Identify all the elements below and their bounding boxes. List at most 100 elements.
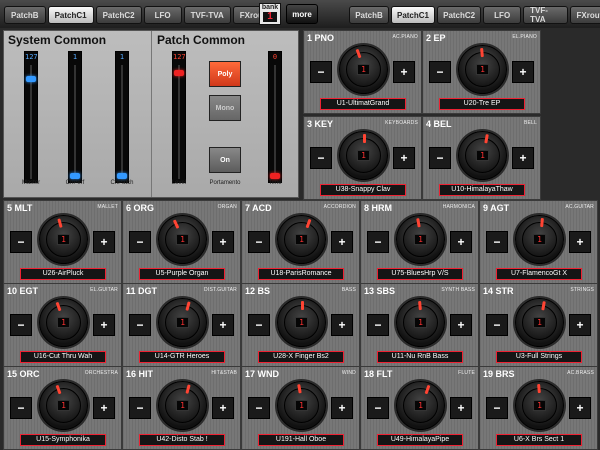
patch-dial[interactable]: 1 <box>396 215 445 264</box>
master-fader[interactable]: 127 <box>24 51 38 183</box>
patch-name-field[interactable]: U1-UltimatGrand <box>320 98 406 110</box>
plus-icon[interactable]: + <box>450 231 472 253</box>
chpatch-fader[interactable]: 1 <box>115 51 129 183</box>
patch-dial[interactable]: 1 <box>458 45 507 94</box>
tab-patchc1-left[interactable]: PatchC1 <box>47 6 94 24</box>
more-button[interactable]: more <box>286 4 318 24</box>
chperf-fader[interactable]: 1 <box>68 51 82 183</box>
minus-icon[interactable]: − <box>429 147 451 169</box>
minus-icon[interactable]: − <box>310 61 332 83</box>
tab-fxroute-right[interactable]: FXroute <box>570 6 600 24</box>
fader-knob[interactable] <box>117 173 127 179</box>
patch-name-field[interactable]: U16-Cut Thru Wah <box>20 351 106 363</box>
patch-name-field[interactable]: U6-X Brs Sect 1 <box>496 434 582 446</box>
patch-name-field[interactable]: U26-AirPluck <box>20 268 106 280</box>
plus-icon[interactable]: + <box>569 397 591 419</box>
tab-tvf-tva-right[interactable]: TVF-TVA <box>523 6 569 24</box>
fader-knob[interactable] <box>26 75 36 82</box>
minus-icon[interactable]: − <box>248 231 270 253</box>
plus-icon[interactable]: + <box>93 314 115 336</box>
plus-icon[interactable]: + <box>569 231 591 253</box>
plus-icon[interactable]: + <box>331 397 353 419</box>
patch-name-field[interactable]: U3-Full Strings <box>496 351 582 363</box>
patch-name-field[interactable]: U28-X Finger Bs2 <box>258 351 344 363</box>
patch-dial[interactable]: 1 <box>277 215 326 264</box>
patch-name-field[interactable]: U7-FlamencoGt X <box>496 268 582 280</box>
plus-icon[interactable]: + <box>393 147 415 169</box>
tab-patchc2-left[interactable]: PatchC2 <box>95 6 142 24</box>
patch-dial[interactable]: 1 <box>515 298 564 347</box>
minus-icon[interactable]: − <box>367 231 389 253</box>
patch-dial[interactable]: 1 <box>277 381 326 430</box>
minus-icon[interactable]: − <box>129 314 151 336</box>
plus-icon[interactable]: + <box>93 231 115 253</box>
tab-lfo-right[interactable]: LFO <box>483 6 522 24</box>
minus-icon[interactable]: − <box>486 231 508 253</box>
time-fader[interactable]: 0 <box>268 51 282 183</box>
portamento-on-button[interactable]: On <box>209 147 241 173</box>
patch-dial[interactable]: 1 <box>39 381 88 430</box>
plus-icon[interactable]: + <box>212 314 234 336</box>
tab-lfo-left[interactable]: LFO <box>143 6 182 24</box>
minus-icon[interactable]: − <box>248 397 270 419</box>
patch-dial[interactable]: 1 <box>277 298 326 347</box>
plus-icon[interactable]: + <box>393 61 415 83</box>
minus-icon[interactable]: − <box>367 397 389 419</box>
patch-dial[interactable]: 1 <box>396 381 445 430</box>
patch-dial[interactable]: 1 <box>339 131 388 180</box>
plus-icon[interactable]: + <box>450 397 472 419</box>
minus-icon[interactable]: − <box>486 397 508 419</box>
tab-tvf-tva-left[interactable]: TVF-TVA <box>183 6 231 24</box>
patch-dial[interactable]: 1 <box>396 298 445 347</box>
minus-icon[interactable]: − <box>248 314 270 336</box>
patch-dial[interactable]: 1 <box>158 381 207 430</box>
minus-icon[interactable]: − <box>129 397 151 419</box>
minus-icon[interactable]: − <box>310 147 332 169</box>
patch-name-field[interactable]: U5-Purple Organ <box>139 268 225 280</box>
minus-icon[interactable]: − <box>10 231 32 253</box>
patch-name-field[interactable]: U75-BluesHrp V/S <box>377 268 463 280</box>
fader-knob[interactable] <box>270 173 280 179</box>
patch-dial[interactable]: 1 <box>39 298 88 347</box>
plus-icon[interactable]: + <box>331 231 353 253</box>
plus-icon[interactable]: + <box>331 314 353 336</box>
patch-name-field[interactable]: U191-Hall Oboe <box>258 434 344 446</box>
fader-knob[interactable] <box>70 173 80 179</box>
patch-name-field[interactable]: U14-GTR Heroes <box>139 351 225 363</box>
minus-icon[interactable]: − <box>10 314 32 336</box>
minus-icon[interactable]: − <box>10 397 32 419</box>
minus-icon[interactable]: − <box>429 61 451 83</box>
patch-name-field[interactable]: U15-Symphonika <box>20 434 106 446</box>
patch-name-field[interactable]: U42-Disto Stab ! <box>139 434 225 446</box>
tab-patchb-left[interactable]: PatchB <box>4 6 46 24</box>
plus-icon[interactable]: + <box>93 397 115 419</box>
bank-selector[interactable]: bank 1 <box>259 3 281 25</box>
mono-button[interactable]: Mono <box>209 95 241 121</box>
minus-icon[interactable]: − <box>486 314 508 336</box>
patch-dial[interactable]: 1 <box>339 45 388 94</box>
patch-dial[interactable]: 1 <box>515 381 564 430</box>
patch-name-field[interactable]: U20-Tre EP <box>439 98 525 110</box>
plus-icon[interactable]: + <box>512 147 534 169</box>
fader-knob[interactable] <box>174 70 184 77</box>
plus-icon[interactable]: + <box>450 314 472 336</box>
patch-name-field[interactable]: U11-Nu RnB Bass <box>377 351 463 363</box>
patch-name-field[interactable]: U49-HimalayaPipe <box>377 434 463 446</box>
patch-dial[interactable]: 1 <box>158 298 207 347</box>
patch-name-field[interactable]: U10-HimalayaThaw <box>439 184 525 196</box>
tab-patchb-right[interactable]: PatchB <box>349 6 389 24</box>
minus-icon[interactable]: − <box>129 231 151 253</box>
patch-name-field[interactable]: U38-Snappy Clav <box>320 184 406 196</box>
level-fader[interactable]: 127 <box>172 51 186 183</box>
tab-patchc1-right[interactable]: PatchC1 <box>390 6 436 24</box>
patch-name-field[interactable]: U18-ParisRomance <box>258 268 344 280</box>
patch-dial[interactable]: 1 <box>515 215 564 264</box>
minus-icon[interactable]: − <box>367 314 389 336</box>
tab-patchc2-right[interactable]: PatchC2 <box>437 6 482 24</box>
patch-dial[interactable]: 1 <box>158 215 207 264</box>
patch-dial[interactable]: 1 <box>39 215 88 264</box>
plus-icon[interactable]: + <box>212 397 234 419</box>
poly-button[interactable]: Poly <box>209 61 241 87</box>
patch-dial[interactable]: 1 <box>458 131 507 180</box>
plus-icon[interactable]: + <box>512 61 534 83</box>
